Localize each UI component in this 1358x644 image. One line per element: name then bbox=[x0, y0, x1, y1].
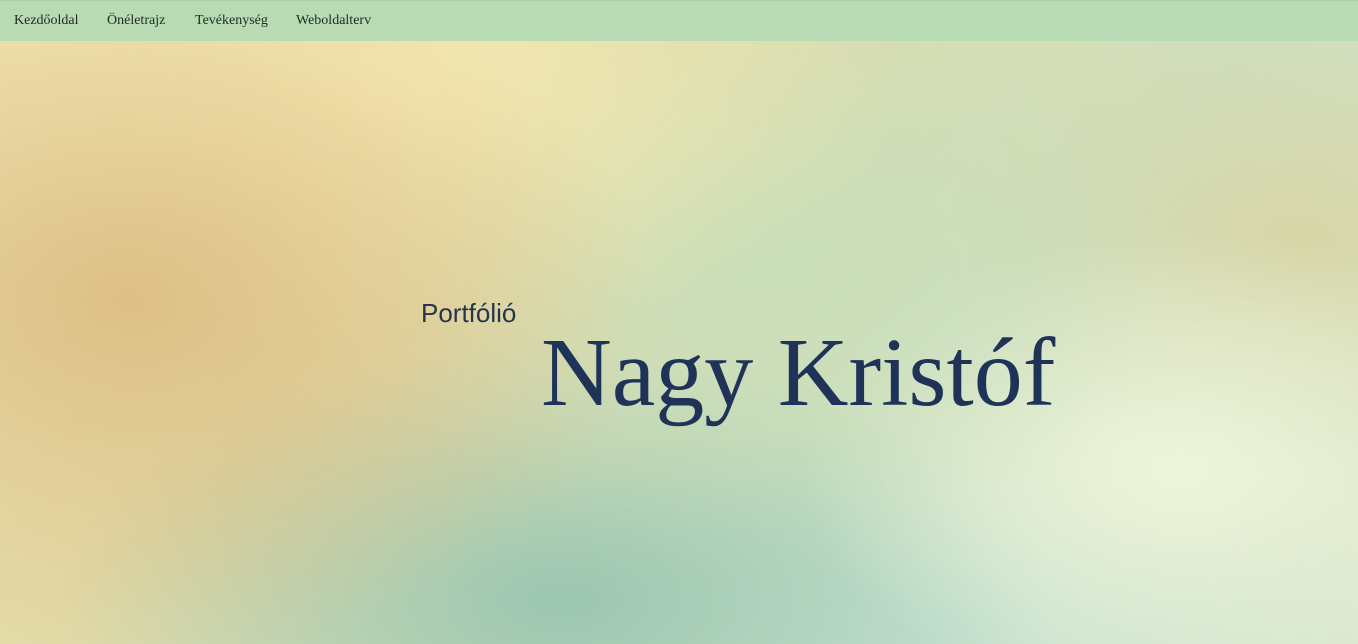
nav-item-weboldalterv[interactable]: Weboldalterv bbox=[296, 13, 371, 29]
top-navbar: Kezdőoldal Önéletrajz Tevékenység Webold… bbox=[0, 0, 1358, 41]
hero-title: Nagy Kristóf bbox=[541, 319, 1056, 427]
nav-item-oneletrajz[interactable]: Önéletrajz bbox=[107, 13, 165, 29]
nav-item-kezdooldal[interactable]: Kezdőoldal bbox=[14, 13, 79, 29]
hero-subtitle: Portfólió bbox=[421, 298, 517, 328]
nav-item-tevekenyseg[interactable]: Tevékenység bbox=[195, 13, 268, 29]
